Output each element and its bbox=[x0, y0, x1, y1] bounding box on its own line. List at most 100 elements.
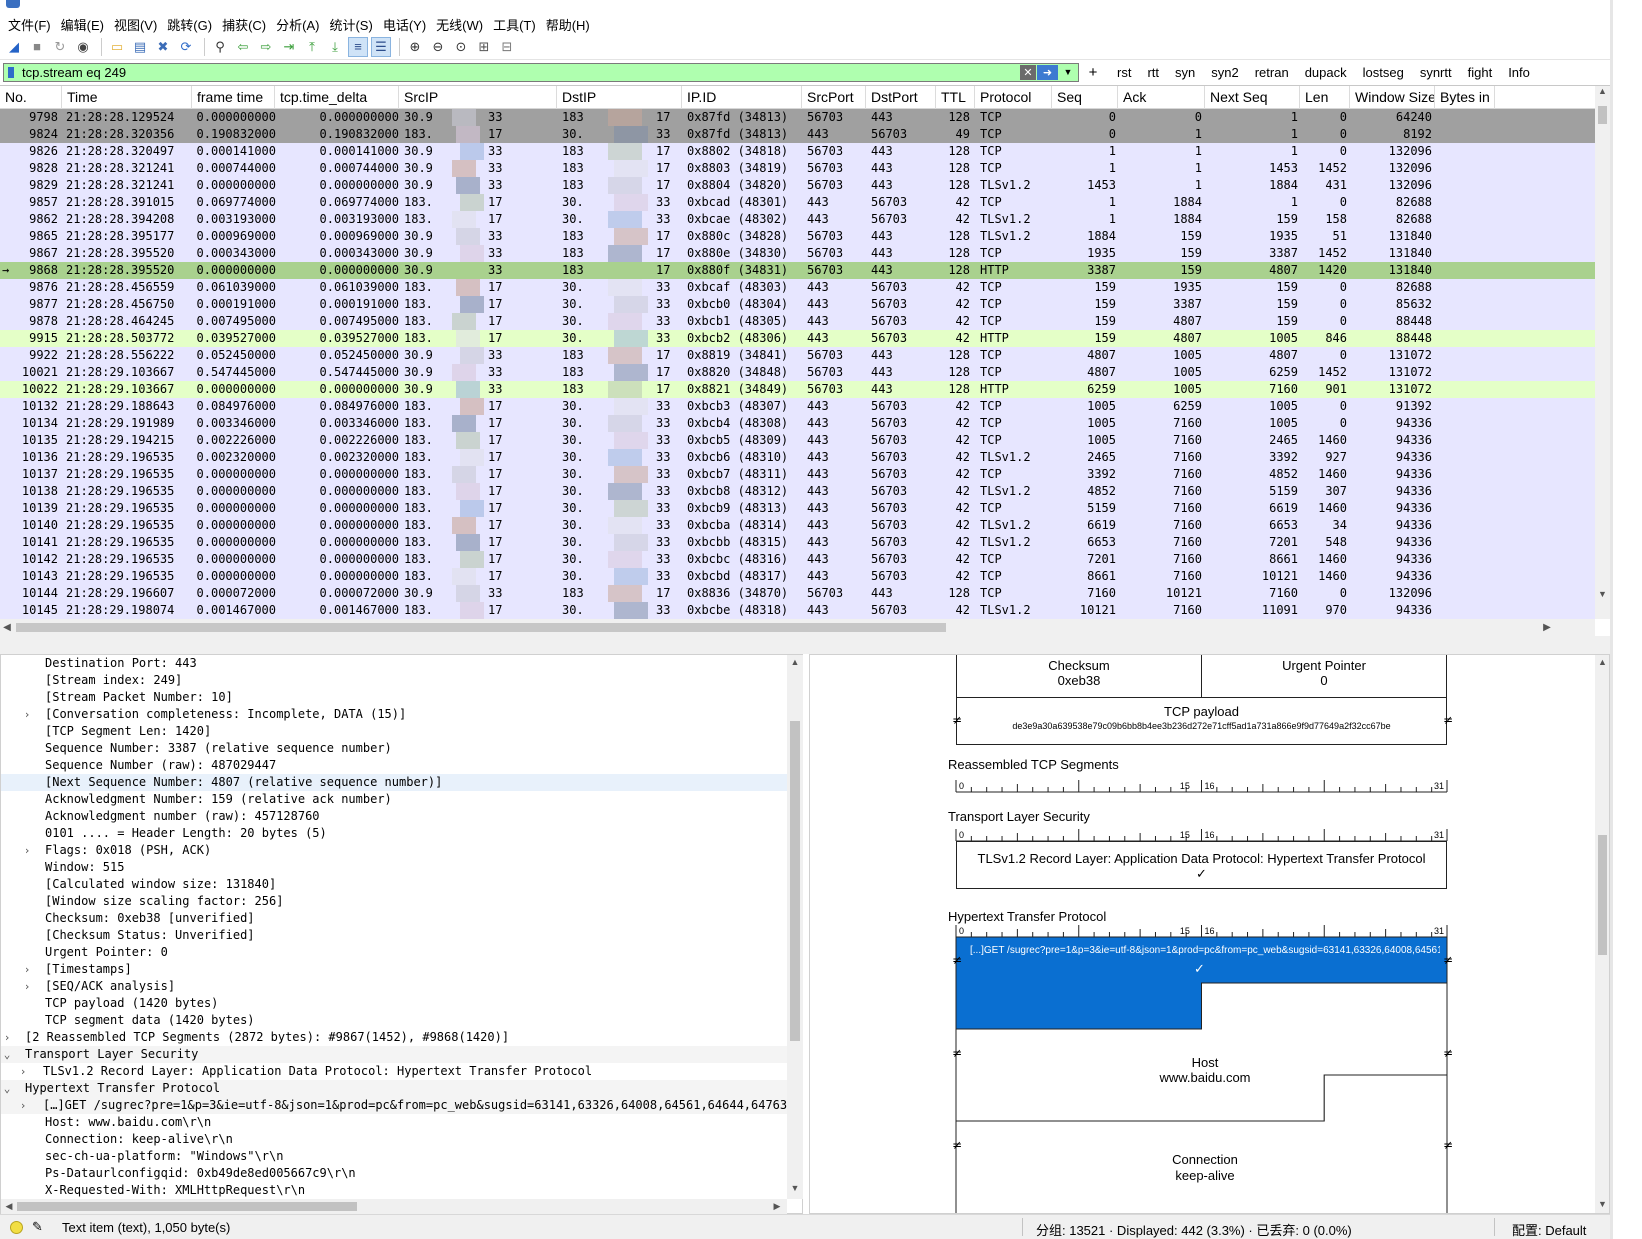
filter-button-rtt[interactable]: rtt bbox=[1147, 65, 1159, 80]
display-filter-input[interactable] bbox=[18, 63, 1018, 81]
packet-row[interactable]: 10021 21:28:29.103667 0.547445000 0.5474450… bbox=[0, 364, 1595, 381]
menu-item-6[interactable]: 统计(S) bbox=[327, 13, 380, 34]
find-packet-icon[interactable]: ⚲ bbox=[210, 37, 230, 57]
clear-filter-icon[interactable]: ✕ bbox=[1020, 64, 1036, 80]
packet-row[interactable]: 10144 21:28:29.196607 0.000072000 0.0000720… bbox=[0, 585, 1595, 602]
packet-row[interactable]: 10139 21:28:29.196535 0.000000000 0.0000000… bbox=[0, 500, 1595, 517]
detail-tree-item[interactable]: › TLSv1.2 Record Layer: Application Data … bbox=[1, 1063, 787, 1080]
packet-row[interactable]: 9865 21:28:28.395177 0.000969000 0.00096900… bbox=[0, 228, 1595, 245]
packet-row[interactable]: 10136 21:28:29.196535 0.002320000 0.0023200… bbox=[0, 449, 1595, 466]
detail-tree-item[interactable]: [Stream Packet Number: 10] bbox=[1, 689, 787, 706]
detail-tree-item[interactable]: Ps-Dataurlconfigqid: 0xb49de8ed005667c9\… bbox=[1, 1165, 787, 1182]
packet-row[interactable]: 10145 21:28:29.198074 0.001467000 0.0014670… bbox=[0, 602, 1595, 619]
menu-item-7[interactable]: 电话(Y) bbox=[381, 13, 434, 34]
packet-row[interactable]: 10135 21:28:29.194215 0.002226000 0.0022260… bbox=[0, 432, 1595, 449]
detail-tree-item[interactable]: [Stream index: 249] bbox=[1, 672, 787, 689]
scroll-thumb[interactable] bbox=[1598, 106, 1607, 124]
packet-row[interactable]: 9878 21:28:28.464245 0.007495000 0.00749500… bbox=[0, 313, 1595, 330]
menu-item-3[interactable]: 跳转(G) bbox=[165, 13, 220, 34]
packet-row[interactable]: 9828 21:28:28.321241 0.000744000 0.00074400… bbox=[0, 160, 1595, 177]
expert-info-icon[interactable] bbox=[10, 1221, 23, 1234]
detail-tree-item[interactable]: ⌄ Transport Layer Security bbox=[1, 1046, 787, 1063]
details-horizontal-scrollbar[interactable]: ◀ ▶ bbox=[1, 1199, 787, 1214]
go-forward-icon[interactable]: ⇨ bbox=[256, 37, 276, 57]
scroll-right-icon[interactable]: ▶ bbox=[771, 1201, 783, 1212]
detail-tree-item[interactable]: [Window size scaling factor: 256] bbox=[1, 893, 787, 910]
column-header-time[interactable]: Time bbox=[62, 86, 192, 109]
scroll-up-icon[interactable]: ▲ bbox=[1595, 86, 1610, 100]
column-header-dstip[interactable]: DstIP bbox=[557, 86, 682, 109]
packet-list-horizontal-scrollbar[interactable]: ◀ ▶ bbox=[0, 619, 1595, 636]
detail-tree-item[interactable]: TCP payload (1420 bytes) bbox=[1, 995, 787, 1012]
collapse-arrow-icon[interactable]: ⌄ bbox=[1, 1080, 13, 1097]
scroll-thumb[interactable] bbox=[1598, 835, 1607, 955]
column-header-seq[interactable]: Seq bbox=[1052, 86, 1118, 109]
packet-row[interactable]: 10143 21:28:29.196535 0.000000000 0.0000000… bbox=[0, 568, 1595, 585]
packet-row[interactable]: 10142 21:28:29.196535 0.000000000 0.0000000… bbox=[0, 551, 1595, 568]
detail-tree-item[interactable]: Sequence Number (raw): 487029447 bbox=[1, 757, 787, 774]
packet-row[interactable]: 10141 21:28:29.196535 0.000000000 0.0000000… bbox=[0, 534, 1595, 551]
expand-arrow-icon[interactable]: › bbox=[1, 1029, 13, 1046]
detail-tree-item[interactable]: sec-ch-ua-platform: "Windows"\r\n bbox=[1, 1148, 787, 1165]
autoscroll-icon[interactable]: ≡ bbox=[348, 36, 368, 57]
packet-row[interactable]: 10138 21:28:29.196535 0.000000000 0.0000000… bbox=[0, 483, 1595, 500]
packet-row[interactable]: 9867 21:28:28.395520 0.000343000 0.00034300… bbox=[0, 245, 1595, 262]
packet-row[interactable]: 9922 21:28:28.556222 0.052450000 0.05245000… bbox=[0, 347, 1595, 364]
menu-item-2[interactable]: 视图(V) bbox=[112, 13, 165, 34]
open-file-icon[interactable]: ▭ bbox=[107, 37, 127, 57]
detail-tree-item[interactable]: X-Requested-With: XMLHttpRequest\r\n bbox=[1, 1182, 787, 1199]
zoom-in-icon[interactable]: ⊕ bbox=[405, 37, 425, 57]
column-header-len[interactable]: Len bbox=[1300, 86, 1350, 109]
filter-button-dupack[interactable]: dupack bbox=[1305, 65, 1347, 80]
scroll-up-icon[interactable]: ▲ bbox=[1595, 657, 1609, 667]
expand-arrow-icon[interactable]: › bbox=[21, 842, 33, 859]
menu-item-0[interactable]: 文件(F) bbox=[6, 13, 59, 34]
column-header-dstport[interactable]: DstPort bbox=[866, 86, 936, 109]
menu-item-5[interactable]: 分析(A) bbox=[274, 13, 327, 34]
packet-row[interactable]: 10022 21:28:29.103667 0.000000000 0.0000000… bbox=[0, 381, 1595, 398]
scroll-thumb[interactable] bbox=[790, 721, 800, 1041]
scroll-left-icon[interactable]: ◀ bbox=[3, 1201, 15, 1212]
filter-button-syn[interactable]: syn bbox=[1175, 65, 1195, 80]
filter-button-fight[interactable]: fight bbox=[1468, 65, 1493, 80]
menu-item-10[interactable]: 帮助(H) bbox=[544, 13, 598, 34]
column-header-next-seq[interactable]: Next Seq bbox=[1205, 86, 1300, 109]
detail-tree-item[interactable]: › […]GET /sugrec?pre=1&p=3&ie=utf-8&json… bbox=[1, 1097, 787, 1114]
scroll-down-icon[interactable]: ▼ bbox=[1595, 1199, 1609, 1209]
expand-arrow-icon[interactable]: › bbox=[21, 961, 33, 978]
detail-tree-item[interactable]: Connection: keep-alive\r\n bbox=[1, 1131, 787, 1148]
filter-button-lostseg[interactable]: lostseg bbox=[1363, 65, 1404, 80]
packet-row[interactable]: 10137 21:28:29.196535 0.000000000 0.0000000… bbox=[0, 466, 1595, 483]
packet-row[interactable]: 9829 21:28:28.321241 0.000000000 0.00000000… bbox=[0, 177, 1595, 194]
detail-tree-item[interactable]: Destination Port: 443 bbox=[1, 655, 787, 672]
packet-row[interactable]: 10134 21:28:29.191989 0.003346000 0.0033460… bbox=[0, 415, 1595, 432]
packet-row[interactable]: 10132 21:28:29.188643 0.084976000 0.0849760… bbox=[0, 398, 1595, 415]
menu-item-4[interactable]: 捕获(C) bbox=[220, 13, 274, 34]
details-vertical-scrollbar[interactable]: ▲ ▼ bbox=[787, 655, 803, 1199]
colorize-icon[interactable]: ☰ bbox=[371, 36, 391, 57]
detail-tree-item[interactable]: 0101 .... = Header Length: 20 bytes (5) bbox=[1, 825, 787, 842]
http-request-line-label[interactable]: [...]GET /sugrec?pre=1&p=3&ie=utf-8&json… bbox=[970, 945, 1440, 956]
detail-tree-item[interactable]: ⌄ Hypertext Transfer Protocol bbox=[1, 1080, 787, 1097]
filter-button-synrtt[interactable]: synrtt bbox=[1420, 65, 1452, 80]
detail-tree-item[interactable]: Window: 515 bbox=[1, 859, 787, 876]
filter-button-info[interactable]: Info bbox=[1508, 65, 1530, 80]
detail-tree-item[interactable]: › [SEQ/ACK analysis] bbox=[1, 978, 787, 995]
edit-comment-icon[interactable]: ✎ bbox=[32, 1219, 43, 1235]
detail-tree-item[interactable]: [TCP Segment Len: 1420] bbox=[1, 723, 787, 740]
packet-row[interactable]: 9857 21:28:28.391015 0.069774000 0.06977400… bbox=[0, 194, 1595, 211]
detail-tree-item[interactable]: Acknowledgment number (raw): 457128760 bbox=[1, 808, 787, 825]
reload-icon[interactable]: ⟳ bbox=[176, 37, 196, 57]
filter-history-dropdown-icon[interactable]: ▼ bbox=[1061, 65, 1075, 80]
detail-tree-item[interactable]: [Next Sequence Number: 4807 (relative se… bbox=[1, 774, 787, 791]
layout-icon[interactable]: ⊟ bbox=[497, 37, 517, 57]
scroll-down-icon[interactable]: ▼ bbox=[787, 1183, 803, 1193]
last-packet-icon[interactable]: ⤓ bbox=[325, 37, 345, 57]
detail-tree-item[interactable]: Acknowledgment Number: 159 (relative ack… bbox=[1, 791, 787, 808]
zoom-out-icon[interactable]: ⊖ bbox=[428, 37, 448, 57]
detail-tree-item[interactable]: [Checksum Status: Unverified] bbox=[1, 927, 787, 944]
expand-arrow-icon[interactable]: › bbox=[17, 1097, 29, 1114]
scroll-right-icon[interactable]: ▶ bbox=[1540, 619, 1554, 636]
expand-arrow-icon[interactable]: › bbox=[17, 1063, 29, 1080]
pane-splitter[interactable] bbox=[0, 636, 1610, 654]
